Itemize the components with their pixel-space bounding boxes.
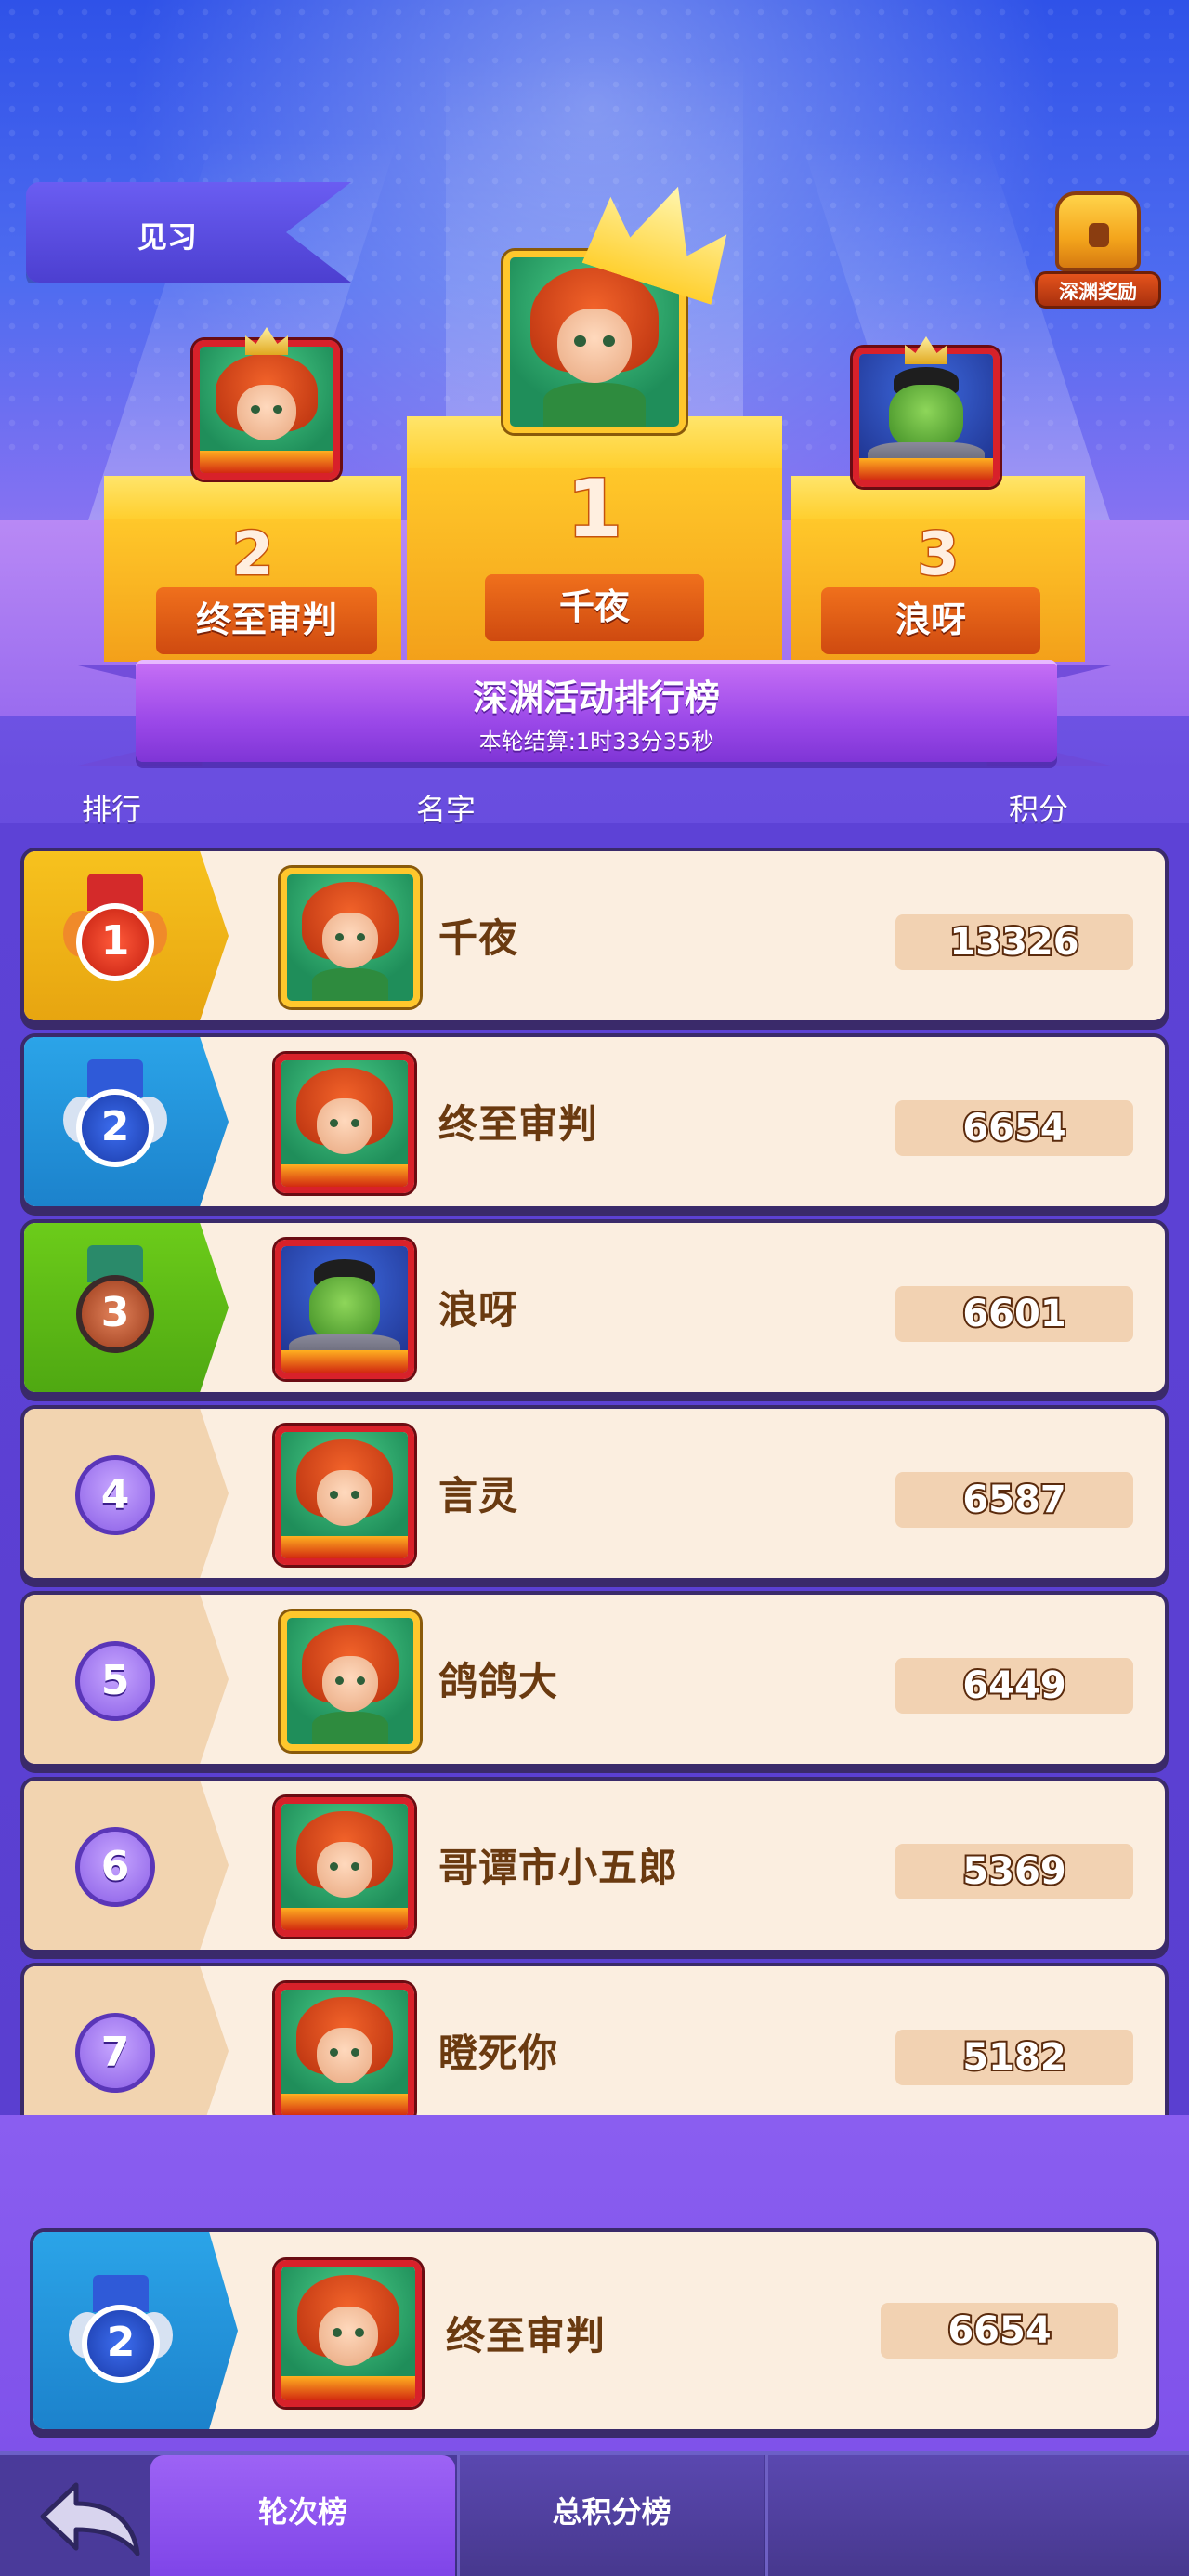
player-avatar[interactable] <box>275 1426 414 1565</box>
player-score: 6654 <box>895 1100 1133 1156</box>
podium-second-rank: 2 <box>230 519 275 591</box>
player-score: 5182 <box>895 2030 1133 2085</box>
player-avatar[interactable] <box>275 1983 414 2115</box>
tab-empty-slot <box>765 2455 1189 2576</box>
player-avatar[interactable] <box>281 868 420 1007</box>
player-name: 终至审判 <box>438 1101 599 1147</box>
tab-total-rank[interactable]: 总积分榜 <box>457 2455 764 2576</box>
podium-first-name: 千夜 <box>485 574 704 641</box>
player-name: 浪呀 <box>438 1287 519 1333</box>
settlement-countdown: 本轮结算:1时33分35秒 <box>478 729 714 755</box>
leaderboard-row[interactable]: 7 瞪死你 5182 <box>20 1963 1169 2115</box>
rank-badge: 4 <box>75 1455 155 1535</box>
player-avatar[interactable] <box>275 1797 414 1937</box>
silver-medal-icon: 2 <box>63 1059 167 1171</box>
podium-second-avatar[interactable] <box>193 340 340 480</box>
podium-third-avatar[interactable] <box>853 348 1000 487</box>
player-score: 6449 <box>895 1658 1133 1714</box>
leaderboard-row[interactable]: 6 哥谭市小五郎 5369 <box>20 1777 1169 1953</box>
bronze-medal-icon: 3 <box>63 1245 167 1357</box>
rank-badge: 5 <box>75 1641 155 1721</box>
leaderboard-row[interactable]: 5 鸽鸽大 6449 <box>20 1591 1169 1768</box>
leaderboard-row[interactable]: 1 千夜 13326 <box>20 848 1169 1024</box>
column-header-rank: 排行 <box>82 792 142 827</box>
player-score: 6587 <box>895 1472 1133 1528</box>
player-score: 6601 <box>895 1286 1133 1342</box>
player-name: 鸽鸽大 <box>438 1659 559 1704</box>
player-avatar[interactable] <box>275 1054 414 1193</box>
podium-second-name: 终至审判 <box>156 587 377 654</box>
self-avatar[interactable] <box>275 2260 422 2407</box>
leaderboard-title: 深渊活动排行榜 <box>472 677 720 718</box>
leaderboard-list[interactable]: 1 千夜 13326 2 终至审判 6654 3 浪呀 6601 4 言灵 65… <box>0 842 1189 2115</box>
leaderboard-row[interactable]: 4 言灵 6587 <box>20 1405 1169 1582</box>
player-avatar[interactable] <box>281 1611 420 1751</box>
player-name: 瞪死你 <box>438 2031 559 2076</box>
gold-medal-icon: 1 <box>63 874 167 985</box>
player-name: 言灵 <box>438 1473 519 1518</box>
abyss-reward-button[interactable]: 深渊奖励 <box>1035 191 1161 314</box>
rank-tier-label: 见习 <box>137 219 197 255</box>
player-name: 千夜 <box>438 915 519 961</box>
column-header-name: 名字 <box>416 792 477 827</box>
silver-medal-icon: 2 <box>69 2275 173 2386</box>
self-rank-row[interactable]: 2 终至审判 6654 <box>30 2228 1159 2433</box>
tab-round-rank[interactable]: 轮次榜 <box>150 2455 455 2576</box>
abyss-reward-label: 深渊奖励 <box>1035 271 1161 309</box>
podium-third-rank: 3 <box>916 519 960 591</box>
rank-badge: 7 <box>75 2013 155 2093</box>
player-avatar[interactable] <box>275 1240 414 1379</box>
column-header-score: 积分 <box>1009 792 1069 827</box>
podium-first-rank: 1 <box>566 462 624 558</box>
rank-badge: 6 <box>75 1827 155 1907</box>
leaderboard-row[interactable]: 2 终至审判 6654 <box>20 1033 1169 1210</box>
self-name: 终至审判 <box>446 2313 607 2359</box>
podium-third-name: 浪呀 <box>821 587 1040 654</box>
leaderboard-row[interactable]: 3 浪呀 6601 <box>20 1219 1169 1396</box>
chest-lock-icon <box>1089 223 1109 247</box>
back-arrow-icon <box>40 2482 140 2556</box>
leaderboard-screen: 见习 深渊奖励 2 终至审判 3 浪呀 1 千夜 深渊活动排行榜 本轮结算:1时… <box>0 0 1189 2576</box>
player-score: 13326 <box>895 914 1133 970</box>
self-score: 6654 <box>881 2303 1118 2359</box>
player-name: 哥谭市小五郎 <box>438 1845 679 1890</box>
player-score: 5369 <box>895 1844 1133 1899</box>
